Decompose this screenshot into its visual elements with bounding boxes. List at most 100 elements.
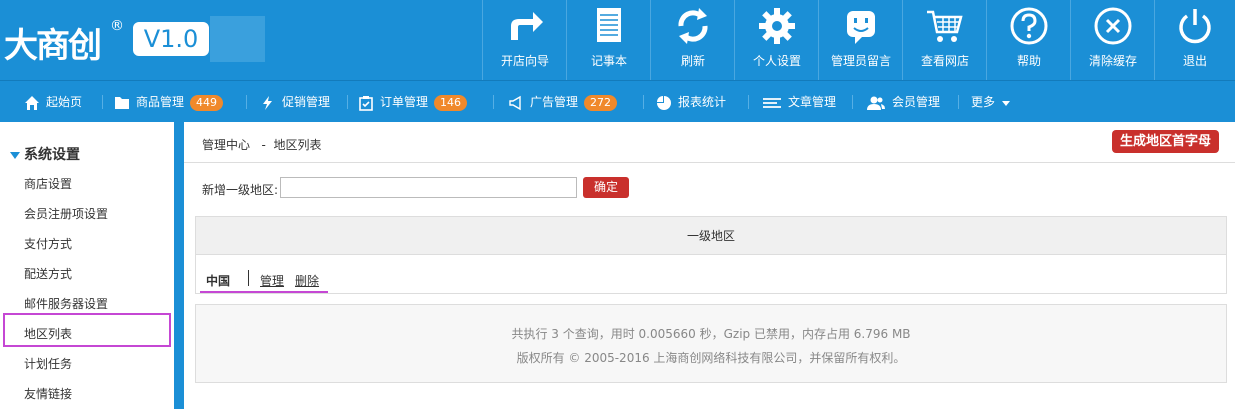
logo-version: V1.0: [133, 22, 209, 56]
tool-notepad[interactable]: 记事本: [567, 0, 651, 80]
nav-articles[interactable]: 文章管理: [762, 81, 836, 123]
tool-label: 个人设置: [752, 54, 801, 68]
nav-more[interactable]: 更多: [971, 81, 1010, 123]
cart-icon: [927, 10, 963, 42]
tool-clear-cache[interactable]: 清除缓存: [1071, 0, 1155, 80]
nav-members[interactable]: 会员管理: [866, 81, 940, 123]
sidebar-item-member-registration[interactable]: 会员注册项设置: [24, 205, 108, 222]
gear-icon: [759, 8, 795, 44]
power-icon: [1179, 9, 1211, 44]
nav-divider: [246, 95, 247, 109]
flash-icon: [263, 95, 272, 110]
tool-label: 记事本: [590, 54, 627, 68]
nav-divider: [958, 95, 959, 109]
breadcrumb-current: 地区列表: [273, 138, 322, 152]
new-region-label: 新增一级地区:: [202, 183, 279, 197]
tool-label: 帮助: [1016, 54, 1041, 68]
sidebar-item-scheduled-tasks[interactable]: 计划任务: [24, 355, 72, 372]
list-icon: [763, 97, 781, 108]
breadcrumb-separator: -: [261, 138, 266, 152]
nav-divider: [102, 95, 103, 109]
page-footer: 共执行 3 个查询，用时 0.005660 秒，Gzip 已禁用，内存占用 6.…: [195, 304, 1227, 383]
region-table: 一级地区 中国 管理 删除: [195, 216, 1227, 294]
tool-help[interactable]: 帮助: [987, 0, 1071, 80]
region-separator: [248, 270, 249, 286]
sidebar-section-system-settings[interactable]: 系统设置: [10, 144, 80, 164]
region-delete-link[interactable]: 删除: [295, 272, 319, 289]
goods-count-badge: 449: [190, 94, 224, 111]
orders-count-badge: 146: [434, 94, 468, 111]
folder-icon: [115, 96, 129, 109]
nav-label: 起始页: [46, 95, 83, 109]
nav-label: 订单管理: [380, 95, 429, 109]
footer-copyright: 版权所有 © 2005-2016 上海商创网络科技有限公司，并保留所有权利。: [516, 351, 906, 365]
tool-label: 退出: [1182, 54, 1207, 68]
sidebar-item-friend-links[interactable]: 友情链接: [24, 385, 72, 402]
region-name: 中国: [206, 274, 231, 288]
new-region-input[interactable]: [280, 177, 577, 198]
nav-promotion[interactable]: 促销管理: [260, 81, 330, 123]
divider: [184, 162, 1235, 163]
main-content: 管理中心 - 地区列表 生成地区首字母 新增一级地区: 确定 一级地区 中国 管…: [184, 122, 1235, 409]
ads-count-badge: 272: [584, 94, 618, 111]
tool-personal-settings[interactable]: 个人设置: [735, 0, 819, 80]
logo[interactable]: 大商创 ® V1.0: [0, 0, 265, 80]
breadcrumb: 管理中心 - 地区列表: [202, 136, 321, 153]
tool-label: 开店向导: [500, 54, 549, 68]
nav-divider: [852, 95, 853, 109]
sidebar-heading: 系统设置: [24, 147, 80, 163]
nav-divider: [643, 95, 644, 109]
nav-goods[interactable]: 商品管理 449: [114, 81, 224, 123]
tool-logout[interactable]: 退出: [1155, 0, 1235, 80]
nav-label: 促销管理: [282, 95, 331, 109]
nav-label: 更多: [971, 95, 996, 109]
help-icon: [1010, 7, 1048, 45]
tool-view-shop[interactable]: 查看网店: [903, 0, 987, 80]
breadcrumb-root[interactable]: 管理中心: [202, 138, 250, 152]
footer-query-stats: 共执行 3 个查询，用时 0.005660 秒，Gzip 已禁用，内存占用 6.…: [511, 327, 911, 341]
region-row-highlight: [200, 291, 328, 293]
message-face-icon: [847, 11, 875, 44]
nav-label: 文章管理: [788, 95, 837, 109]
tool-label: 刷新: [680, 54, 705, 68]
nav-divider: [493, 95, 494, 109]
nav-ads[interactable]: 广告管理 272: [508, 81, 618, 123]
tool-label: 清除缓存: [1088, 54, 1137, 68]
logo-registered-mark: ®: [110, 18, 124, 34]
tool-open-shop-guide[interactable]: 开店向导: [483, 0, 567, 80]
nav-label: 商品管理: [136, 95, 185, 109]
users-icon: [867, 96, 885, 110]
nav-home[interactable]: 起始页: [24, 81, 82, 123]
top-header: 大商创 ® V1.0 开店向导 记事本 刷新 个人设置 管理员留言 查看网店 帮…: [0, 0, 1235, 80]
caret-down-icon: [1001, 100, 1010, 106]
refresh-icon: [678, 8, 708, 44]
confirm-button[interactable]: 确定: [583, 177, 629, 198]
home-icon: [25, 95, 39, 110]
tool-refresh[interactable]: 刷新: [651, 0, 735, 80]
region-manage-link[interactable]: 管理: [260, 272, 284, 289]
nav-label: 会员管理: [892, 95, 941, 109]
tool-label: 查看网店: [920, 54, 969, 68]
tool-label: 管理员留言: [830, 54, 891, 68]
region-table-header: 一级地区: [196, 217, 1226, 255]
nav-orders[interactable]: 订单管理 146: [358, 81, 468, 123]
pie-chart-icon: [657, 95, 671, 110]
clipboard-icon: [359, 95, 373, 111]
nav-divider: [748, 95, 749, 109]
logo-shade: [210, 16, 265, 62]
nav-reports[interactable]: 报表统计: [656, 81, 726, 123]
active-item-highlight: [3, 313, 171, 347]
tool-admin-message[interactable]: 管理员留言: [819, 0, 903, 80]
clear-cache-icon: [1094, 7, 1132, 45]
sidebar-item-payment[interactable]: 支付方式: [24, 235, 72, 252]
share-arrow-icon: [511, 12, 543, 40]
sidebar-item-shipping[interactable]: 配送方式: [24, 265, 72, 282]
sidebar-item-mail-server[interactable]: 邮件服务器设置: [24, 295, 108, 312]
sidebar-item-shop-settings[interactable]: 商店设置: [24, 175, 72, 192]
main-nav: 起始页 商品管理 449 促销管理 订单管理 146 广告管理 272 报表统计: [0, 80, 1235, 122]
generate-initials-button[interactable]: 生成地区首字母: [1111, 130, 1219, 153]
collapse-triangle-icon: [10, 151, 20, 159]
nav-label: 报表统计: [678, 95, 727, 109]
nav-label: 广告管理: [530, 95, 579, 109]
sidebar-edge: [174, 122, 184, 409]
